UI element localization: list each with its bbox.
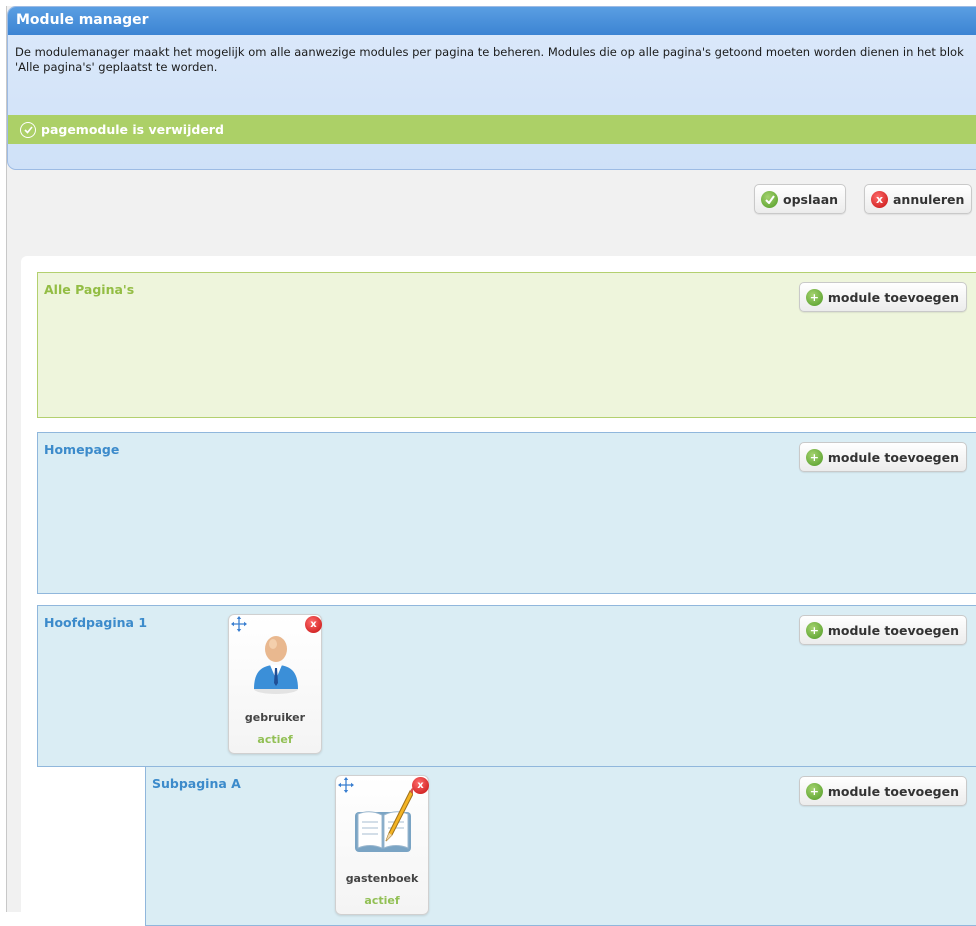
add-module-label: module toevoegen — [827, 783, 959, 799]
delete-module-icon[interactable]: x — [412, 777, 429, 794]
block-all-pages: Alle Pagina's + module toevoegen — [37, 272, 976, 418]
block-title: Homepage — [44, 442, 120, 457]
save-button[interactable]: opslaan — [754, 184, 847, 214]
add-module-label: module toevoegen — [827, 622, 959, 638]
module-card-gebruiker[interactable]: x gebruiker actief — [228, 614, 322, 754]
cancel-label: annuleren — [893, 191, 965, 207]
block-subpagina-a: Subpagina A + module toevoegen x gastenb… — [145, 766, 976, 926]
add-module-button[interactable]: + module toevoegen — [798, 615, 967, 645]
save-label: opslaan — [783, 191, 839, 207]
add-module-label: module toevoegen — [827, 449, 959, 465]
add-module-button[interactable]: + module toevoegen — [798, 282, 967, 312]
close-icon: x — [871, 190, 888, 208]
block-homepage: Homepage + module toevoegen — [37, 432, 976, 594]
block-title: Alle Pagina's — [44, 282, 135, 297]
module-card-gastenboek[interactable]: x gastenboek actief — [335, 775, 429, 915]
user-icon — [254, 636, 298, 694]
add-module-label: module toevoegen — [827, 289, 959, 305]
plus-icon: + — [805, 782, 823, 800]
block-title: Hoofdpagina 1 — [44, 615, 148, 630]
success-notice: pagemodule is verwijderd — [8, 115, 976, 144]
module-name: gastenboek — [345, 872, 419, 885]
guestbook-icon — [355, 788, 413, 852]
add-module-button[interactable]: + module toevoegen — [798, 776, 967, 806]
check-circle-icon — [20, 121, 36, 138]
module-manager-panel: Module manager De modulemanager maakt he… — [6, 6, 976, 926]
plus-icon: + — [805, 288, 823, 306]
block-hoofdpagina-1: Hoofdpagina 1 + module toevoegen x gebru… — [37, 605, 976, 767]
module-status: actief — [257, 733, 293, 746]
check-icon — [761, 190, 778, 208]
plus-icon: + — [805, 621, 823, 639]
block-title: Subpagina A — [152, 776, 241, 791]
intro-text: De modulemanager maakt het mogelijk om a… — [15, 45, 964, 74]
window-title: Module manager — [8, 7, 976, 35]
notice-text: pagemodule is verwijderd — [41, 122, 224, 137]
cancel-button[interactable]: x annuleren — [864, 184, 973, 214]
module-name: gebruiker — [244, 711, 306, 724]
plus-icon: + — [805, 448, 823, 466]
panel-header: Module manager De modulemanager maakt he… — [7, 6, 976, 170]
delete-module-icon[interactable]: x — [305, 616, 322, 633]
module-status: actief — [364, 894, 400, 907]
module-blocks-area: Alle Pagina's + module toevoegen Homepag… — [21, 256, 976, 926]
add-module-button[interactable]: + module toevoegen — [798, 442, 967, 472]
